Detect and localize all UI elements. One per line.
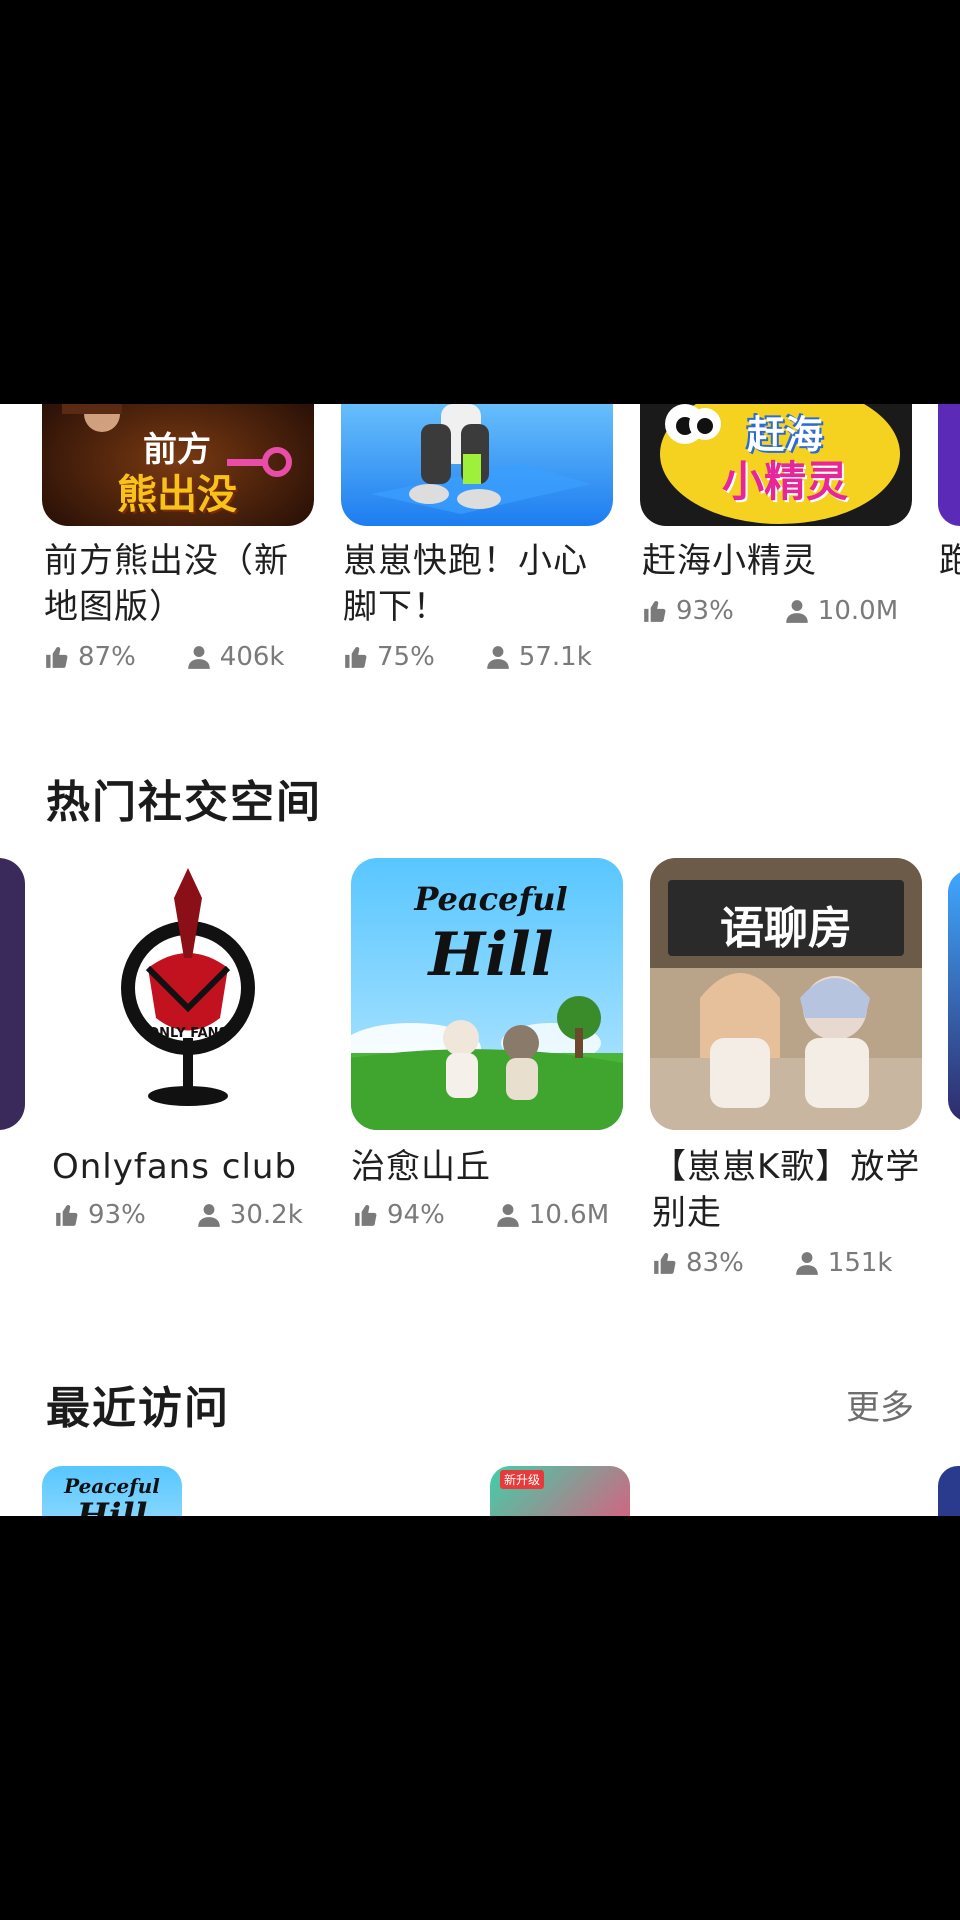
section-title-social: 热门社交空间: [46, 777, 322, 828]
thumbs-up-icon: [44, 644, 70, 670]
section-title-recent: 最近访问: [46, 1383, 230, 1434]
thumb-label: Peaceful: [414, 880, 568, 918]
players-value: 151k: [827, 1248, 893, 1278]
new-badge: 新升级: [500, 1470, 545, 1489]
social-thumb-karaoke[interactable]: 语聊房: [650, 858, 922, 1130]
thumbs-up-icon: [343, 644, 369, 670]
likes-value: 83%: [686, 1248, 744, 1278]
likes-value: 93%: [676, 596, 734, 626]
game-title[interactable]: 赶海小精灵: [642, 538, 912, 584]
more-link[interactable]: 更多: [846, 1380, 914, 1429]
thumb-label: 小精灵: [721, 457, 848, 506]
thumb-label: Hill: [76, 1496, 148, 1516]
social-thumb-onlyfans[interactable]: ONLY FANS: [52, 858, 324, 1130]
thumbs-up-icon: [54, 1202, 80, 1228]
user-icon: [485, 644, 511, 670]
social-thumb-peaceful-hill[interactable]: Peaceful Hill: [351, 858, 623, 1130]
players-value: 57.1k: [518, 642, 592, 672]
likes-value: 93%: [88, 1200, 146, 1230]
game-card-thumb-sea[interactable]: 赶海 小精灵: [640, 404, 912, 526]
players-value: 406k: [219, 642, 285, 672]
user-icon: [794, 1250, 820, 1276]
game-stats: 87% 406k: [44, 642, 284, 672]
thumb-label: Hill: [428, 920, 554, 990]
social-stats: 94% 10.6M: [353, 1200, 609, 1230]
thumb-label: 语聊房: [720, 903, 852, 954]
user-icon: [495, 1202, 521, 1228]
players-value: 30.2k: [229, 1200, 303, 1230]
players-value: 10.6M: [528, 1200, 610, 1230]
thumb-label: Peaceful: [64, 1474, 160, 1498]
game-title[interactable]: 前方熊出没（新地图版）: [44, 538, 314, 630]
thumb-label: 熊出没: [117, 472, 237, 518]
game-stats: 75% 57.1k: [343, 642, 592, 672]
social-stats: 93% 30.2k: [54, 1200, 303, 1230]
user-icon: [186, 644, 212, 670]
thumb-label: ONLY FANS: [148, 1026, 228, 1041]
game-stats: 93% 10.0M: [642, 596, 898, 626]
user-icon: [196, 1202, 222, 1228]
game-title[interactable]: 崽崽快跑！小心脚下！: [343, 538, 613, 630]
game-card-thumb-run[interactable]: [341, 404, 613, 526]
social-stats: 83% 151k: [652, 1248, 892, 1278]
thumbs-up-icon: [353, 1202, 379, 1228]
players-value: 10.0M: [817, 596, 899, 626]
game-card-thumb-partial[interactable]: [938, 404, 960, 526]
recent-thumb-dance[interactable]: 新升级: [490, 1466, 630, 1516]
recent-thumb-peaceful-hill[interactable]: Peaceful Hill: [42, 1466, 182, 1516]
social-thumb-partial[interactable]: [0, 858, 25, 1130]
thumbs-up-icon: [642, 598, 668, 624]
thumbs-up-icon: [652, 1250, 678, 1276]
game-card-thumb-bear[interactable]: 前方 熊出没: [42, 404, 314, 526]
likes-value: 87%: [78, 642, 136, 672]
social-title[interactable]: 治愈山丘: [351, 1144, 623, 1190]
user-icon: [784, 598, 810, 624]
recent-thumb-partial[interactable]: [938, 1466, 960, 1516]
likes-value: 75%: [377, 642, 435, 672]
likes-value: 94%: [387, 1200, 445, 1230]
social-thumb-partial-right[interactable]: [948, 870, 960, 1122]
app-screen: 前方 熊出没 赶海 小精灵 前方熊出没（新地图版） 崽崽快跑！小心脚下！ 赶海小…: [0, 404, 960, 1516]
game-title[interactable]: 跑: [939, 538, 960, 584]
social-title[interactable]: Onlyfans club: [52, 1144, 324, 1190]
social-title[interactable]: 【崽崽K歌】放学别走: [652, 1144, 924, 1236]
